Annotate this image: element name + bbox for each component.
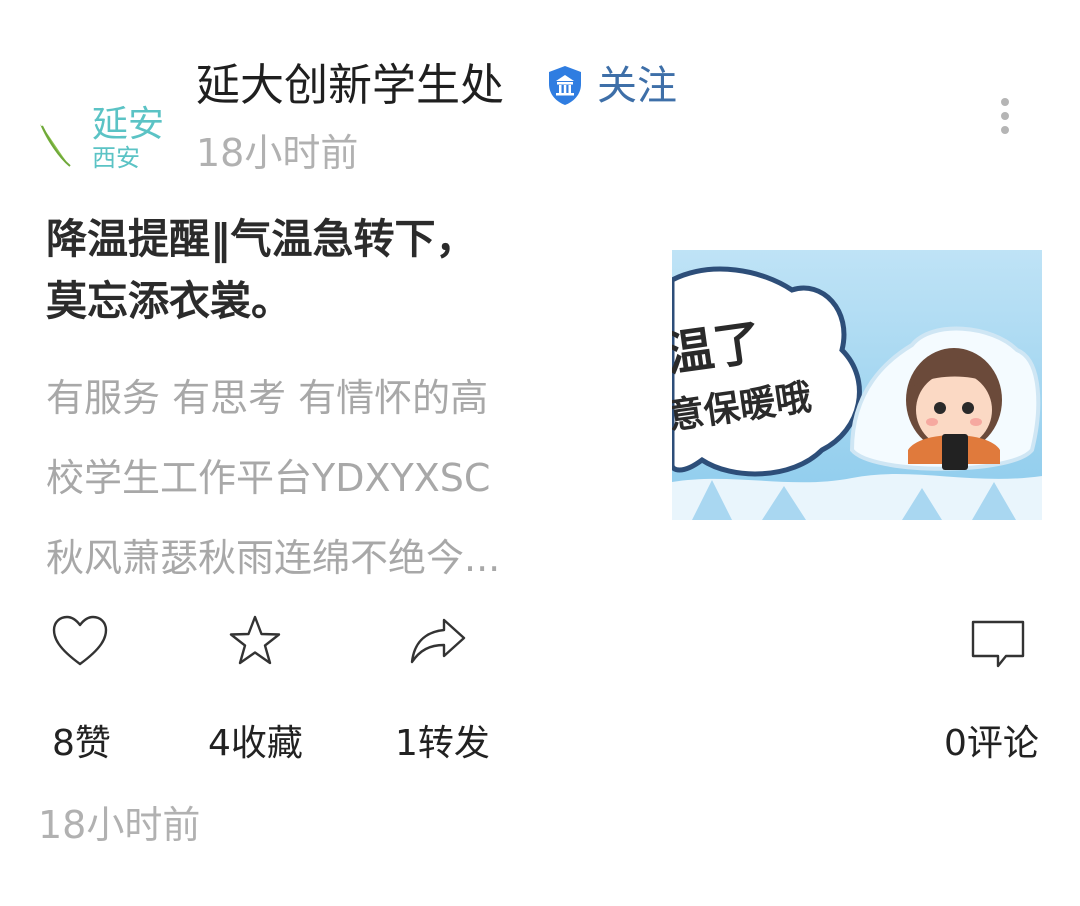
like-count-label[interactable]: 8赞 <box>52 718 111 770</box>
account-avatar[interactable]: 延安 西安 <box>36 96 168 176</box>
post-time: 18小时前 <box>196 131 359 175</box>
article-cover-image[interactable]: 温了 意保暖哦 <box>672 250 1042 520</box>
article-title-line: 莫忘添衣裳。 <box>46 277 292 325</box>
comment-count-label[interactable]: 0评论 <box>944 718 1039 770</box>
verified-badge-icon <box>546 64 584 106</box>
account-logo: 延安 西安 <box>40 104 164 172</box>
follow-button[interactable]: 关注 <box>597 58 677 114</box>
more-options-icon[interactable] <box>990 94 1020 140</box>
favorite-count-label[interactable]: 4收藏 <box>208 718 303 770</box>
article-title[interactable]: 降温提醒‖气温急转下， 莫忘添衣裳。 <box>46 208 606 332</box>
heart-icon[interactable] <box>50 612 110 672</box>
summary-line: 校学生工作平台YDXYXSC <box>46 456 491 500</box>
share-count-label[interactable]: 1转发 <box>395 718 490 770</box>
post-time-footer: 18小时前 <box>38 803 201 847</box>
star-icon[interactable] <box>225 612 285 672</box>
logo-text-secondary: 西安 <box>92 144 140 172</box>
logo-text-primary: 延安 <box>92 104 164 145</box>
summary-line: 有服务 有思考 有情怀的高 <box>46 376 489 420</box>
summary-line: 秋风萧瑟秋雨连绵不绝今... <box>46 536 501 580</box>
share-arrow-icon[interactable] <box>408 612 468 672</box>
article-summary[interactable]: 有服务 有思考 有情怀的高 校学生工作平台YDXYXSC 秋风萧瑟秋雨连绵不绝今… <box>46 358 586 598</box>
account-name[interactable]: 延大创新学生处 <box>196 56 504 116</box>
article-title-line: 降温提醒‖气温急转下， <box>46 215 477 263</box>
comment-bubble-icon[interactable] <box>968 612 1028 672</box>
